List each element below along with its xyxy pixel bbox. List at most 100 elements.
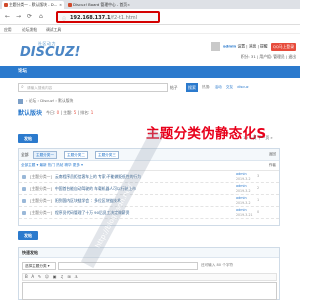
- bookmark-forum[interactable]: 论坛发帖: [22, 27, 37, 33]
- quick-post-header: 快速发帖: [19, 248, 279, 258]
- info-icon: ⓘ: [62, 16, 66, 21]
- new-post-button[interactable]: 发帖: [18, 134, 38, 143]
- table-row[interactable]: [主题分类一] 阳到国内区块链学会 ：多位区块链技术 admin 2019-3-…: [19, 196, 279, 207]
- filter-category-3[interactable]: 主题分类三: [95, 151, 119, 159]
- thread-author[interactable]: admin: [236, 196, 247, 200]
- forum-header: 默认版块 今日: 0 | 主题: 5 | 排名: 1: [18, 108, 290, 122]
- url-field[interactable]: ⓘ 192.168.137.1/f2-t1.html: [56, 11, 160, 23]
- thread-category[interactable]: [主题分类一]: [30, 198, 52, 204]
- nav-item-forum[interactable]: 论坛: [18, 68, 27, 76]
- thread-author[interactable]: admin: [236, 184, 247, 188]
- site-logo[interactable]: 社区动力 DISCUZ!: [20, 41, 80, 59]
- thread-title[interactable]: 中国首台能自动驾驶的 车载机器人可以行驶上市: [55, 186, 136, 192]
- close-icon[interactable]: ×: [127, 2, 130, 8]
- filter-back-link[interactable]: 返回: [269, 152, 276, 157]
- close-icon[interactable]: ×: [59, 2, 62, 8]
- forum-title[interactable]: 默认版块: [18, 108, 42, 117]
- tab-label: 主题分类一 - 默认版块 - D...: [9, 2, 58, 7]
- home-icon[interactable]: [18, 98, 23, 104]
- site-header: 社区动力 DISCUZ! admin 设置 | 消息 | 提醒 QQ马上登录 积…: [0, 34, 300, 66]
- address-bar: ← → ⟳ ⌂ ⓘ 192.168.137.1/f2-t1.html: [0, 9, 300, 25]
- breadcrumb: › 论坛 › Discuz! › 默认版块: [18, 98, 73, 104]
- favicon-icon: [4, 3, 8, 7]
- url-host: 192.168.137.1: [70, 15, 111, 21]
- breadcrumb-text[interactable]: › 论坛 › Discuz! › 默认版块: [26, 98, 73, 103]
- hot-item[interactable]: 交友: [226, 85, 233, 89]
- thread-category[interactable]: [主题分类一]: [30, 210, 52, 216]
- quick-post-panel: 快速发帖 选择主题分类 ▾ 还可输入 80 个字符 B A ✎ ☺ ▣ ♫ ⊞ …: [18, 247, 280, 300]
- thread-author[interactable]: admin: [236, 208, 247, 212]
- stat-today: 0: [56, 110, 60, 115]
- filter-category-2[interactable]: 主题分类二: [64, 151, 88, 159]
- stat-topics: 5: [73, 110, 77, 115]
- thread-icon: [22, 175, 26, 179]
- thread-replies: 3: [257, 174, 260, 178]
- message-textarea[interactable]: [22, 282, 277, 300]
- thread-date: 2019-3-2: [236, 177, 251, 181]
- stat-label: | 主题:: [60, 110, 73, 115]
- author-column-header: 作者: [268, 163, 276, 167]
- thread-title[interactable]: 云南程序员拒信客车上的 专家:不能做贬低性的行为: [55, 174, 141, 180]
- thread-icon: [22, 211, 26, 215]
- table-row[interactable]: [主题分类一] 中国首台能自动驾驶的 车载机器人可以行驶上市 admin 201…: [19, 184, 279, 195]
- thread-title[interactable]: 程序员代码管理了十万 90后员工决定做薪资: [55, 210, 129, 216]
- hot-searches: 热搜: 活动 交友 discuz: [202, 85, 249, 90]
- table-row[interactable]: [主题分类一] 程序员代码管理了十万 90后员工决定做薪资 admin 2019…: [19, 208, 279, 219]
- username-link[interactable]: admin: [223, 44, 236, 49]
- category-filter-row: 全部 主题分类一 主题分类二 主题分类三 返回: [19, 149, 279, 161]
- pagination[interactable]: 1 / 1 页 下一页 »: [243, 135, 273, 141]
- search-row: 请输入搜索内容 ⌕ 帖子 搜索 热搜: 活动 交友 discuz: [0, 80, 300, 94]
- sort-row: 全部主题 ▾ 最新 热门 热帖 精华 更多 ▾ 作者: [19, 161, 279, 171]
- category-select[interactable]: 选择主题分类 ▾: [22, 262, 56, 270]
- thread-date: 2019-3-2: [236, 189, 251, 193]
- thread-date: 2019-3-21: [236, 213, 253, 217]
- main-nav: 论坛: [0, 66, 300, 78]
- hot-item[interactable]: discuz: [237, 85, 248, 89]
- stat-label: 今日:: [46, 110, 56, 115]
- back-icon[interactable]: ←: [5, 13, 10, 21]
- logo-text: DISCUZ!: [20, 45, 81, 60]
- user-bar: admin 设置 | 消息 | 提醒 QQ马上登录: [210, 42, 296, 51]
- thread-list: 全部 主题分类一 主题分类二 主题分类三 返回 全部主题 ▾ 最新 热门 热帖 …: [18, 148, 280, 226]
- char-limit-hint: 还可输入 80 个字符: [201, 263, 234, 267]
- hot-item[interactable]: 活动: [215, 85, 222, 89]
- search-button[interactable]: 搜索: [186, 83, 198, 92]
- filter-all[interactable]: 全部: [21, 152, 29, 158]
- search-input[interactable]: 请输入搜索内容: [18, 83, 168, 92]
- new-post-button[interactable]: 发帖: [18, 231, 38, 240]
- editor-toolbar[interactable]: B A ✎ ☺ ▣ ♫ ⊞ ⚓: [22, 273, 277, 281]
- stat-label: | 排名:: [77, 110, 90, 115]
- user-info-line: 积分: 31 | 用户组: 管理员 | 退出: [240, 54, 296, 59]
- thread-category[interactable]: [主题分类一]: [30, 186, 52, 192]
- qq-login-button[interactable]: QQ马上登录: [270, 42, 296, 51]
- thread-icon: [22, 187, 26, 191]
- tab-active[interactable]: 主题分类一 - 默认版块 - D... ×: [2, 1, 64, 9]
- home-icon[interactable]: ⌂: [39, 13, 43, 21]
- thread-replies: 0: [257, 210, 260, 214]
- url-text: 192.168.137.1/f2-t1.html: [70, 15, 137, 21]
- forward-icon[interactable]: →: [16, 13, 21, 21]
- browser-tab-bar: 主题分类一 - 默认版块 - D... × Discuz! Board 管理中心 …: [0, 0, 300, 9]
- user-links[interactable]: 设置 | 消息 | 提醒: [237, 44, 267, 49]
- search-icon: ⌕: [21, 84, 24, 90]
- title-input[interactable]: [58, 262, 198, 270]
- bookmarks-bar: 应用 论坛发帖 调试工具: [0, 26, 300, 34]
- avatar[interactable]: [210, 42, 220, 51]
- thread-category[interactable]: [主题分类一]: [30, 174, 52, 180]
- thread-date: 2019-3-2: [236, 201, 251, 205]
- table-row[interactable]: [主题分类一] 云南程序员拒信客车上的 专家:不能做贬低性的行为 admin 2…: [19, 172, 279, 183]
- bookmark-tools[interactable]: 调试工具: [46, 27, 61, 33]
- thread-replies: 1: [257, 198, 260, 202]
- tab-label: Discuz! Board 管理中心 - 首页: [73, 2, 128, 7]
- hot-label: 热搜:: [202, 85, 211, 89]
- filter-category-1[interactable]: 主题分类一: [33, 151, 57, 159]
- reload-icon[interactable]: ⟳: [27, 13, 32, 21]
- bookmark-apps[interactable]: 应用: [4, 27, 12, 33]
- forum-stats: 今日: 0 | 主题: 5 | 排名: 1: [46, 110, 93, 116]
- favicon-icon: [68, 3, 72, 7]
- search-scope-select[interactable]: 帖子: [170, 83, 178, 92]
- thread-author[interactable]: admin: [236, 172, 247, 176]
- sort-options[interactable]: 全部主题 ▾ 最新 热门 热帖 精华 更多 ▾: [21, 163, 83, 168]
- thread-title[interactable]: 阳到国内区块链学会 ：多位区块链技术: [55, 198, 121, 204]
- tab-admin[interactable]: Discuz! Board 管理中心 - 首页 ×: [66, 1, 132, 9]
